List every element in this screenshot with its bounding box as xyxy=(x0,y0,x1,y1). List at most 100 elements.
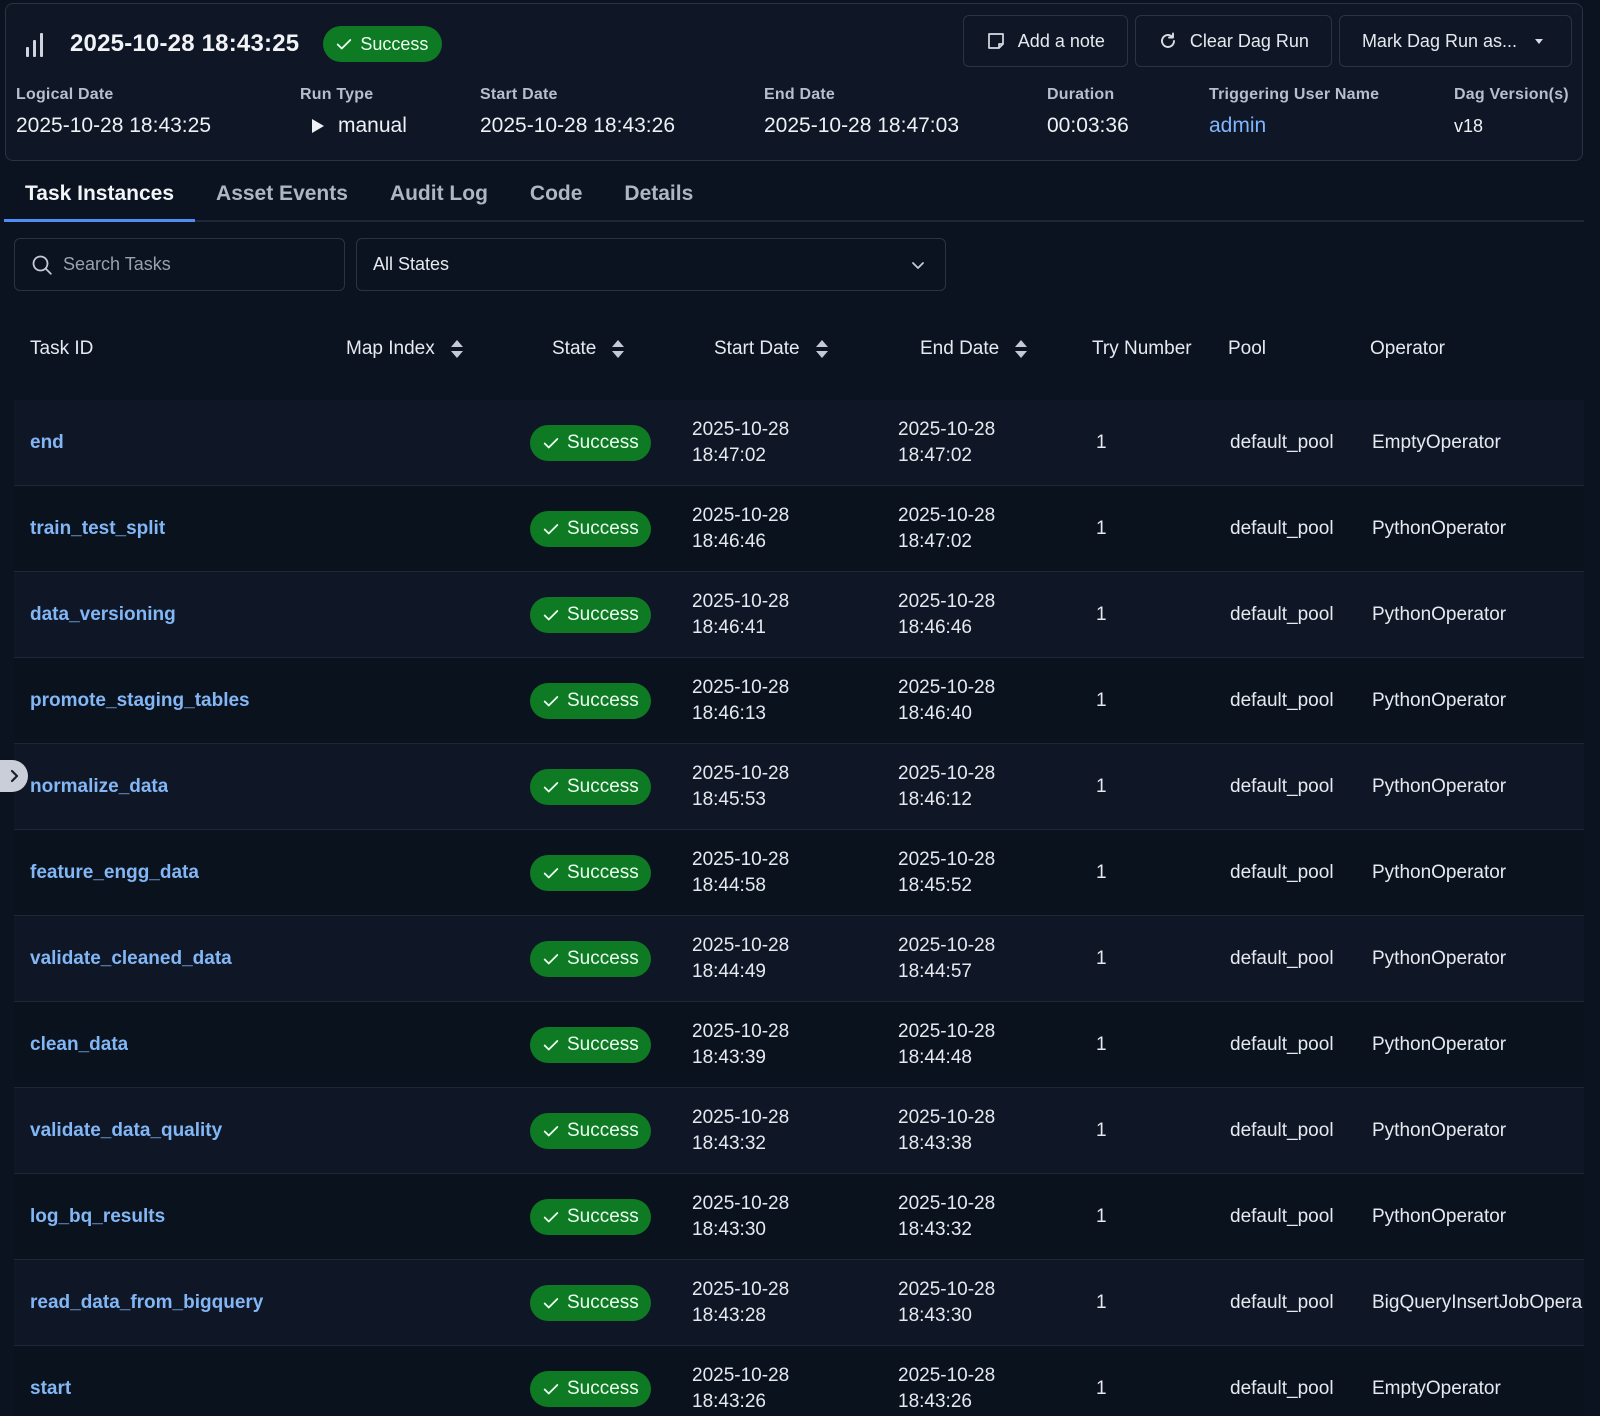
task-id-link[interactable]: data_versioning xyxy=(30,572,176,658)
run-type-text: manual xyxy=(338,114,407,137)
tab-task-instances[interactable]: Task Instances xyxy=(4,170,196,222)
start-date-cell: 2025-10-28 18:43:28 xyxy=(692,1260,789,1346)
table-row: validate_cleaned_data Success 2025-10-28… xyxy=(14,916,1584,1002)
end-date-time: 18:45:52 xyxy=(898,875,972,896)
column-header-end-date[interactable]: End Date xyxy=(920,338,1029,360)
column-header-operator: Operator xyxy=(1370,338,1445,360)
operator-cell: EmptyOperator xyxy=(1372,1378,1501,1399)
start-date-day: 2025-10-28 xyxy=(692,591,790,612)
task-id-link[interactable]: validate_cleaned_data xyxy=(30,916,232,1002)
end-date-time: 18:46:46 xyxy=(898,617,972,638)
state-label: Success xyxy=(567,948,639,969)
column-header-map-index[interactable]: Map Index xyxy=(346,338,465,360)
mark-dag-run-button[interactable]: Mark Dag Run as... xyxy=(1338,15,1572,67)
pool-cell: default_pool xyxy=(1230,518,1334,539)
start-date-time: 18:46:13 xyxy=(692,703,766,724)
end-date-cell: 2025-10-28 18:46:12 xyxy=(898,744,995,830)
column-header-state[interactable]: State xyxy=(552,338,626,360)
task-id-link[interactable]: normalize_data xyxy=(30,744,168,830)
state-label: Success xyxy=(567,862,639,883)
tab-code[interactable]: Code xyxy=(509,170,604,222)
pool-cell: default_pool xyxy=(1230,604,1334,625)
task-id-link[interactable]: end xyxy=(30,400,64,486)
start-date-day: 2025-10-28 xyxy=(692,849,790,870)
end-date-day: 2025-10-28 xyxy=(898,849,996,870)
tab-details[interactable]: Details xyxy=(603,170,714,222)
tab-asset-events[interactable]: Asset Events xyxy=(195,170,369,222)
pool-cell: default_pool xyxy=(1230,1378,1334,1399)
try-number-cell: 1 xyxy=(1096,518,1107,539)
start-date-cell: 2025-10-28 18:47:02 xyxy=(692,400,789,486)
operator-cell: PythonOperator xyxy=(1372,690,1507,711)
start-date-day: 2025-10-28 xyxy=(692,763,790,784)
start-date-time: 18:46:46 xyxy=(692,531,766,552)
state-cell: Success xyxy=(530,400,651,486)
task-id-link[interactable]: train_test_split xyxy=(30,486,165,572)
column-header-pool: Pool xyxy=(1228,338,1266,360)
end-date-time: 18:46:12 xyxy=(898,789,972,810)
map-index-header-label: Map Index xyxy=(346,338,435,359)
task-id-link[interactable]: validate_data_quality xyxy=(30,1088,222,1174)
end-date-value: 2025-10-28 18:47:03 xyxy=(764,114,959,137)
chevron-right-icon xyxy=(10,769,19,783)
run-status-badge: Success xyxy=(323,26,443,62)
task-id-link[interactable]: read_data_from_bigquery xyxy=(30,1260,263,1346)
operator-cell: PythonOperator xyxy=(1372,518,1507,539)
meta-logical-date: Logical Date 2025-10-28 18:43:25 xyxy=(16,86,211,138)
search-input[interactable] xyxy=(63,254,333,275)
note-icon xyxy=(987,33,1004,49)
table-row: clean_data Success 2025-10-28 18:43:39 20… xyxy=(14,1002,1584,1088)
add-note-button[interactable]: Add a note xyxy=(962,15,1128,67)
state-cell: Success xyxy=(530,486,651,572)
tab-audit-log[interactable]: Audit Log xyxy=(369,170,509,222)
end-date-day: 2025-10-28 xyxy=(898,505,996,526)
check-icon xyxy=(543,696,559,707)
check-icon xyxy=(543,1126,559,1137)
state-label: Success xyxy=(567,432,639,453)
check-icon xyxy=(337,39,352,50)
state-label: Success xyxy=(567,1120,639,1141)
triggering-user-label: Triggering User Name xyxy=(1209,86,1380,103)
end-date-time: 18:43:30 xyxy=(898,1305,972,1326)
triggering-user-link[interactable]: admin xyxy=(1209,114,1379,138)
state-badge: Success xyxy=(530,1113,651,1149)
try-number-cell: 1 xyxy=(1096,432,1107,453)
state-label: Success xyxy=(567,1292,639,1313)
run-title: 2025-10-28 18:43:25 xyxy=(70,30,300,57)
search-icon xyxy=(32,255,52,275)
meta-start-date: Start Date 2025-10-28 18:43:26 xyxy=(480,86,675,138)
state-filter-select[interactable]: All States xyxy=(356,238,946,291)
pool-cell: default_pool xyxy=(1230,948,1334,969)
task-id-link[interactable]: feature_engg_data xyxy=(30,830,199,916)
state-badge: Success xyxy=(530,855,651,891)
try-number-cell: 1 xyxy=(1096,1206,1107,1227)
column-header-start-date[interactable]: Start Date xyxy=(714,338,830,360)
state-cell: Success xyxy=(530,916,651,1002)
meta-triggering-user: Triggering User Name admin xyxy=(1209,86,1379,138)
start-date-day: 2025-10-28 xyxy=(692,1193,790,1214)
end-date-cell: 2025-10-28 18:43:26 xyxy=(898,1346,995,1416)
end-date-day: 2025-10-28 xyxy=(898,1021,996,1042)
start-date-time: 18:43:39 xyxy=(692,1047,766,1068)
end-date-time: 18:47:02 xyxy=(898,445,972,466)
table-right-edge xyxy=(1584,400,1600,1416)
meta-run-type: Run Type manual xyxy=(300,86,407,138)
table-row: validate_data_quality Success 2025-10-28… xyxy=(14,1088,1584,1174)
task-id-link[interactable]: log_bq_results xyxy=(30,1174,165,1260)
start-date-cell: 2025-10-28 18:46:46 xyxy=(692,486,789,572)
state-label: Success xyxy=(567,1206,639,1227)
task-id-link[interactable]: start xyxy=(30,1346,71,1416)
check-icon xyxy=(543,438,559,449)
column-header-try-number: Try Number xyxy=(1092,338,1192,360)
run-title-row: 2025-10-28 18:43:25 Success xyxy=(22,24,443,64)
end-date-day: 2025-10-28 xyxy=(898,1279,996,1300)
run-type-label: Run Type xyxy=(300,86,374,103)
try-number-header-label: Try Number xyxy=(1092,338,1192,359)
task-id-link[interactable]: promote_staging_tables xyxy=(30,658,250,744)
table-row: start Success 2025-10-28 18:43:26 2025-10… xyxy=(14,1346,1584,1416)
clear-dag-run-button[interactable]: Clear Dag Run xyxy=(1134,15,1332,67)
task-id-link[interactable]: clean_data xyxy=(30,1002,128,1088)
chevron-down-icon xyxy=(912,261,924,269)
start-date-time: 18:43:26 xyxy=(692,1391,766,1412)
state-header-label: State xyxy=(552,338,597,359)
